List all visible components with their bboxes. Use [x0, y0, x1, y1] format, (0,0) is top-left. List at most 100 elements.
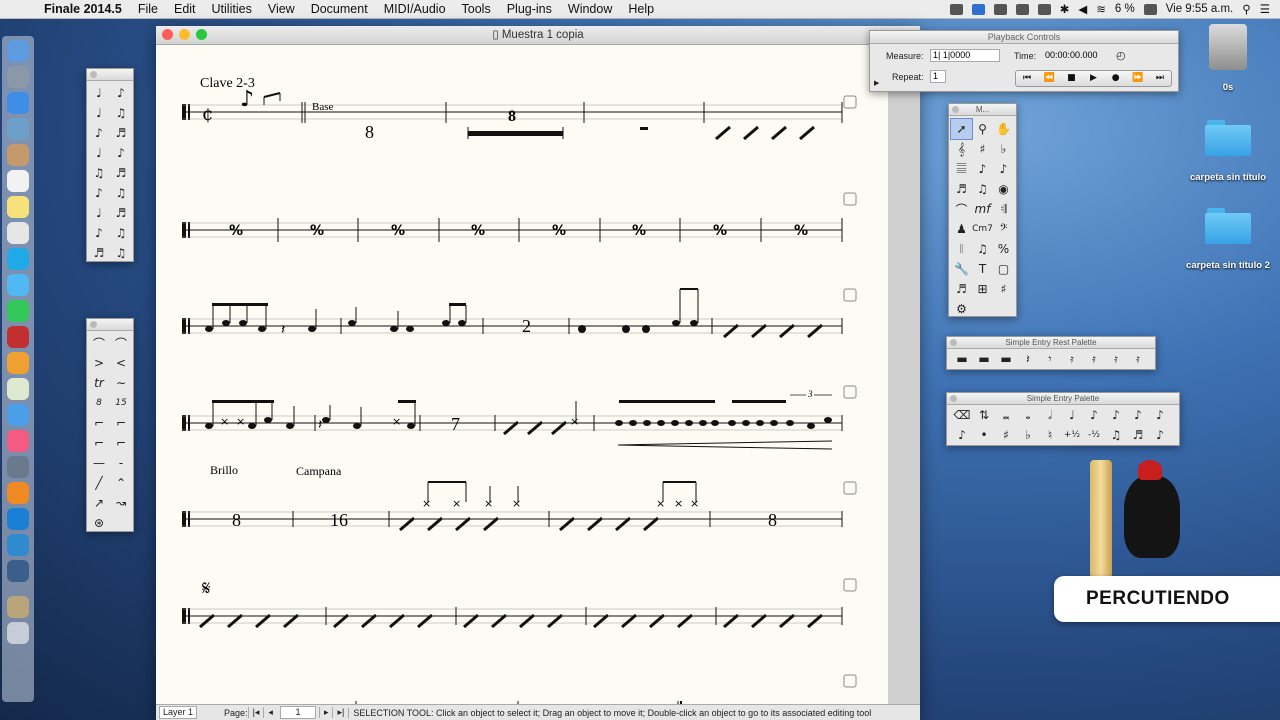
half-rest-icon[interactable]: ▬ [995, 349, 1017, 369]
tool-icon[interactable]: ♪ [88, 123, 110, 143]
dash-line-icon[interactable]: — [88, 453, 110, 473]
network-icon[interactable] [7, 534, 29, 556]
menu-app-name[interactable]: Finale 2014.5 [36, 2, 130, 16]
thirtysecond-note-icon[interactable]: ♪ [1127, 405, 1149, 425]
finale-icon[interactable] [7, 596, 29, 618]
blank-tool[interactable] [110, 513, 132, 533]
mirror-icon[interactable] [1015, 3, 1029, 15]
chord-symbol-icon[interactable]: Cm7 [972, 219, 993, 239]
layer-select[interactable]: Layer 1 [159, 706, 198, 719]
tool-icon[interactable]: ♪ [88, 223, 110, 243]
menu-edit[interactable]: Edit [166, 2, 204, 16]
quarter-note-icon[interactable]: ♩ [1061, 405, 1083, 425]
messages-icon[interactable] [7, 274, 29, 296]
staff-tag-5[interactable] [843, 481, 857, 495]
text-input-icon[interactable] [993, 3, 1007, 15]
mirror-tool-icon[interactable]: ♫ [972, 239, 993, 259]
thirtysecond-rest-icon[interactable]: 𝄿 [1083, 349, 1105, 369]
line-dashed-icon[interactable]: ⌐ [110, 433, 132, 453]
score-page[interactable]: Clave 2-3 ¢ ♪ Base 8 8 % % % % % % % % 𝄽… [156, 45, 888, 709]
page-number-field[interactable]: 1 [279, 706, 316, 719]
bend-icon[interactable]: ⌃ [110, 473, 132, 493]
tie-icon[interactable]: ♫ [1105, 425, 1127, 445]
sixteenth-note-icon[interactable]: ♪ [1105, 405, 1127, 425]
eighth-rest-icon[interactable]: 𝄾 [1039, 349, 1061, 369]
tool-icon[interactable]: ♫ [88, 163, 110, 183]
staff-tag-6[interactable] [843, 578, 857, 592]
rewind-to-start-icon[interactable]: ⏮ [1016, 71, 1038, 86]
staff-tag-4[interactable] [843, 385, 857, 399]
palette-close-button[interactable] [950, 339, 957, 346]
itunes-icon[interactable] [7, 430, 29, 452]
resize-tool-icon[interactable]: ⊞ [972, 279, 993, 299]
tuplet-tool-icon[interactable]: ♫ [972, 179, 993, 199]
zoom-tool-icon[interactable]: ⚲ [972, 119, 993, 139]
special-tools-icon[interactable]: ♬ [951, 279, 972, 299]
tool-icon[interactable]: ♩ [88, 83, 110, 103]
glissando-icon[interactable]: ╱ [88, 473, 110, 493]
measure-field[interactable]: 1| 1|0000 [930, 49, 1000, 62]
breve-note-icon[interactable]: 𝅜 [995, 405, 1017, 425]
menu-plug-ins[interactable]: Plug-ins [499, 2, 560, 16]
flat-icon[interactable]: ♭ [1017, 425, 1039, 445]
menu-document[interactable]: Document [303, 2, 376, 16]
vpn-icon[interactable] [971, 3, 985, 15]
staff-tag-2[interactable] [843, 192, 857, 206]
hyperscribe-icon[interactable]: ♬ [951, 179, 972, 199]
bracket-icon[interactable]: ⌐ [88, 413, 110, 433]
articulation-icon[interactable]: ⌒ [951, 199, 972, 219]
play-icon[interactable]: ▶ [1082, 71, 1104, 86]
launchpad-icon[interactable] [7, 66, 29, 88]
slur-icon[interactable]: ⌒ [88, 333, 110, 353]
staff-tag-1[interactable] [843, 95, 857, 109]
palette-close-button[interactable] [90, 321, 97, 328]
whole-note-icon[interactable]: 𝅝 [1017, 405, 1039, 425]
desktop-disk-icon[interactable]: 0s [1200, 24, 1256, 93]
desktop-folder-1[interactable]: carpeta sin título [1178, 120, 1278, 183]
tool-icon[interactable]: ♫ [110, 103, 132, 123]
speedy-entry-icon[interactable]: ♪ [993, 159, 1014, 179]
menu-file[interactable]: File [130, 2, 166, 16]
lyrics-tool-icon[interactable]: 𝄢 [993, 219, 1014, 239]
tuplet-icon[interactable]: ♬ [1127, 425, 1149, 445]
tool-icon[interactable]: ♬ [110, 123, 132, 143]
tool-icon[interactable]: ♩ [88, 203, 110, 223]
custom-icon[interactable]: ⊛ [88, 513, 110, 533]
expression-icon[interactable]: mf [972, 199, 993, 219]
facetime-icon[interactable] [7, 300, 29, 322]
teamviewer-icon[interactable] [7, 508, 29, 530]
menu-tools[interactable]: Tools [454, 2, 499, 16]
sixteenth-rest-icon[interactable]: 𝄿 [1061, 349, 1083, 369]
rewind-icon[interactable]: ⏪ [1038, 71, 1060, 86]
simple-entry-icon[interactable]: ♪ [972, 159, 993, 179]
notes-icon[interactable] [7, 196, 29, 218]
crescendo-icon[interactable]: > [88, 353, 110, 373]
battery-icon[interactable] [1143, 3, 1157, 15]
sixtyfourth-rest-icon[interactable]: 𝄿 [1105, 349, 1127, 369]
quarter-rest-icon[interactable]: 𝄽 [1017, 349, 1039, 369]
bend-up-icon[interactable]: ↗ [88, 493, 110, 513]
calendar-icon[interactable] [7, 170, 29, 192]
window-titlebar[interactable]: ▯ Muestra 1 copia [156, 26, 920, 45]
next-page-button[interactable]: ▸ [318, 707, 333, 718]
whole-rest-icon[interactable]: ▬ [973, 349, 995, 369]
spotlight-icon[interactable]: ⚲ [1242, 2, 1250, 16]
grace-note-icon[interactable]: ♪ [1149, 425, 1171, 445]
menu-midi-audio[interactable]: MIDI/Audio [376, 2, 454, 16]
display-icon[interactable] [1037, 3, 1051, 15]
contacts-icon[interactable] [7, 144, 29, 166]
first-page-button[interactable]: |◂ [247, 707, 264, 718]
vlc-icon[interactable] [7, 482, 29, 504]
menu-view[interactable]: View [260, 2, 303, 16]
staff-tag-7[interactable] [843, 674, 857, 688]
eraser-icon[interactable]: ⌫ [951, 405, 973, 425]
graphics-tool-icon[interactable]: 🔧 [951, 259, 972, 279]
half-note-icon[interactable]: 𝅗𝅥 [1039, 405, 1061, 425]
vertical-scrollbar[interactable] [888, 45, 920, 709]
wifi-icon[interactable]: ≋ [1096, 2, 1106, 16]
tool-icon[interactable]: ♪ [88, 183, 110, 203]
volume-icon[interactable]: ◀ [1078, 2, 1087, 16]
tool-icon[interactable]: ♬ [110, 203, 132, 223]
expand-triangle-icon[interactable]: ▶ [874, 79, 879, 87]
tool-icon[interactable]: ♬ [88, 243, 110, 263]
